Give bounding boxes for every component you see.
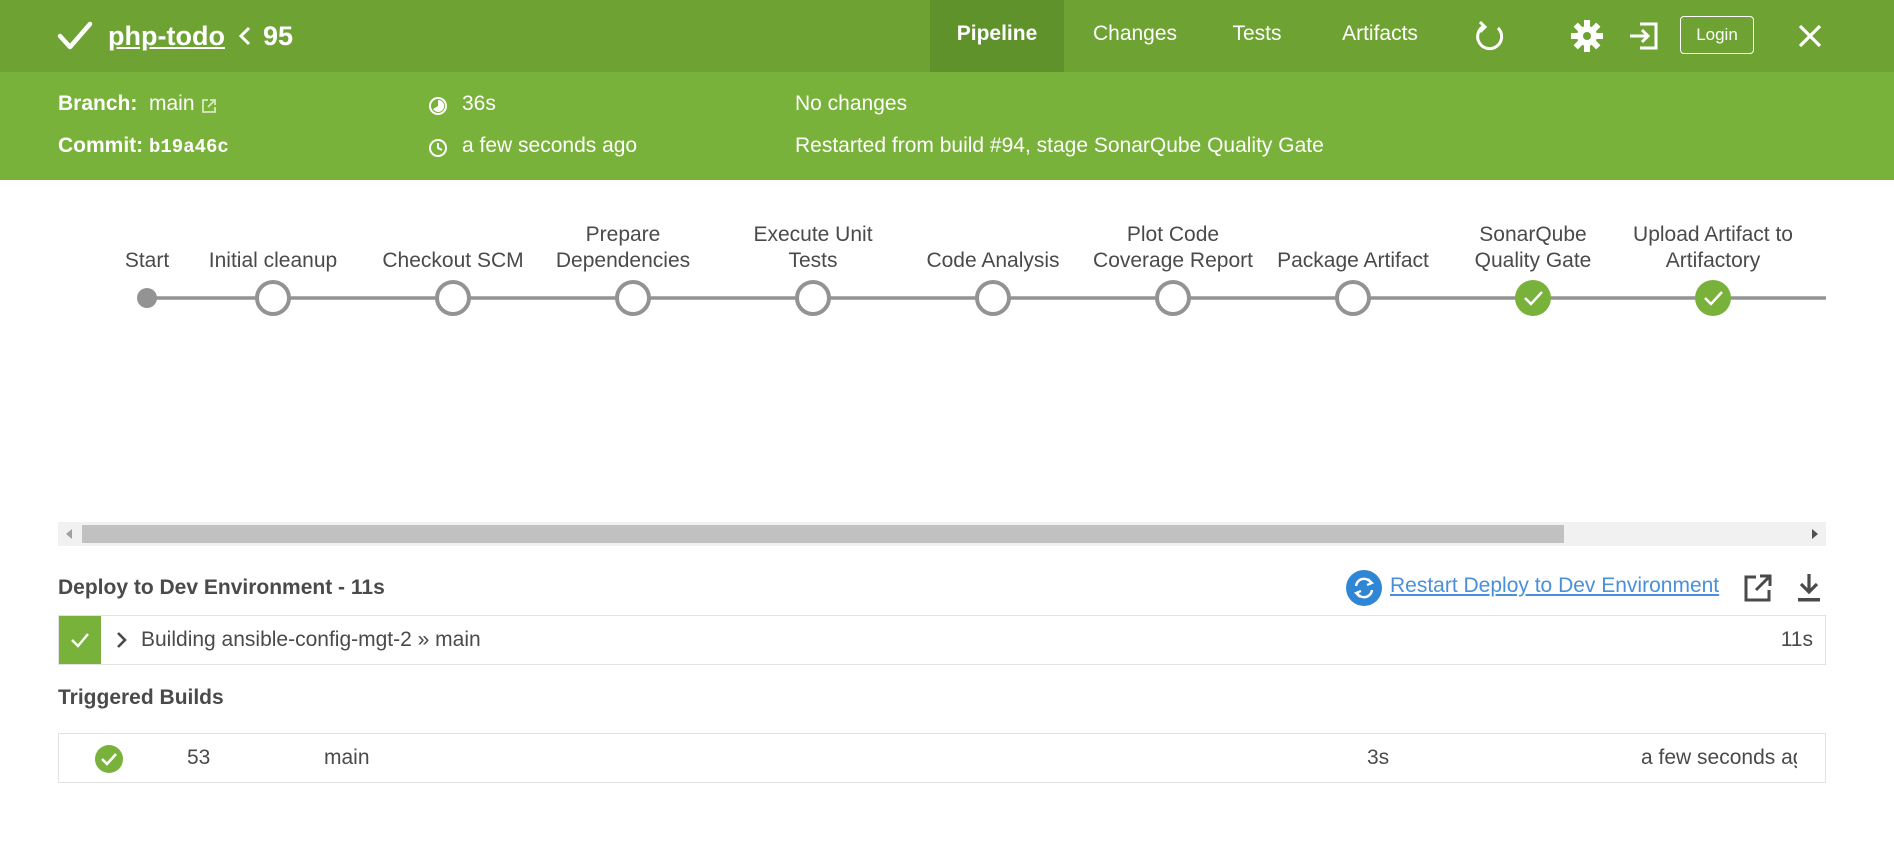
step-description: Building ansible-config-mgt-2 » main <box>141 628 481 651</box>
chevron-left-icon[interactable] <box>237 25 253 47</box>
stage-label-package-artifact[interactable]: Package Artifact <box>1263 248 1443 274</box>
scroll-left-arrow[interactable] <box>66 529 72 539</box>
build-title: php-todo 95 <box>56 16 293 56</box>
build-time-ago: a few seconds ago <box>462 134 638 157</box>
login-button[interactable]: Login <box>1680 16 1754 54</box>
step-duration: 11s <box>1780 628 1813 651</box>
stage-label-execute-unit-tests[interactable]: Execute Unit Tests <box>733 222 893 274</box>
pipeline-graph: Start Initial cleanup Checkout SCM Prepa… <box>0 180 1894 520</box>
external-link-icon[interactable] <box>200 97 218 115</box>
stage-label-checkout-scm[interactable]: Checkout SCM <box>363 248 543 274</box>
scrollbar-thumb[interactable] <box>82 525 1564 543</box>
scroll-right-arrow[interactable] <box>1812 529 1818 539</box>
build-cause: Restarted from build #94, stage SonarQub… <box>795 134 1324 157</box>
stage-label-upload-artifact[interactable]: Upload Artifact to Artifactory <box>1623 222 1803 274</box>
commit-hash: b19a46c <box>149 136 229 158</box>
settings-gear-icon[interactable] <box>1569 18 1605 54</box>
stage-detail-title: Deploy to Dev Environment - 11s <box>58 576 385 599</box>
triggered-build-row[interactable]: 53 main 3s a few seconds ag <box>58 733 1826 783</box>
branch-label: Branch: <box>58 92 138 115</box>
duration-icon <box>429 97 447 115</box>
clock-icon <box>429 139 447 157</box>
restart-stage-link[interactable]: Restart Deploy to Dev Environment <box>1390 574 1719 598</box>
download-icon[interactable] <box>1794 572 1824 604</box>
stage-node-execute-unit-tests[interactable] <box>795 280 831 316</box>
stage-node-checkout-scm[interactable] <box>435 280 471 316</box>
stage-label-code-analysis[interactable]: Code Analysis <box>903 248 1083 274</box>
build-duration: 36s <box>462 92 496 115</box>
changes-text: No changes <box>795 92 908 115</box>
top-bar: php-todo 95 Pipeline Changes Tests Artif… <box>0 0 1894 72</box>
triggered-build-duration: 3s <box>1367 746 1390 769</box>
branch-value: main <box>149 92 195 115</box>
build-success-icon <box>95 745 123 773</box>
stage-node-package-artifact[interactable] <box>1335 280 1371 316</box>
restart-icon[interactable] <box>1346 570 1382 606</box>
rerun-icon[interactable] <box>1472 18 1508 54</box>
stage-node-upload-artifact-success[interactable] <box>1695 280 1731 316</box>
triggered-build-branch: main <box>324 746 370 769</box>
success-check-icon <box>57 21 93 50</box>
commit-label: Commit: <box>58 134 144 157</box>
build-number: 95 <box>262 20 293 51</box>
stage-node-sonarqube-success[interactable] <box>1515 280 1551 316</box>
close-icon[interactable] <box>1792 18 1828 54</box>
stage-node-initial-cleanup[interactable] <box>255 280 291 316</box>
chevron-right-icon[interactable] <box>115 631 127 649</box>
tab-pipeline[interactable]: Pipeline <box>930 0 1064 72</box>
step-status-success <box>59 616 101 664</box>
stage-node-plot-coverage[interactable] <box>1155 280 1191 316</box>
step-row[interactable]: Building ansible-config-mgt-2 » main 11s <box>58 615 1826 665</box>
tab-changes[interactable]: Changes <box>1080 0 1190 72</box>
graph-horizontal-scrollbar[interactable] <box>58 522 1826 546</box>
tab-artifacts[interactable]: Artifacts <box>1330 0 1430 72</box>
build-info-bar: Branch: main Commit: b19a46c 36s a few s… <box>0 72 1894 180</box>
stage-label-initial-cleanup[interactable]: Initial cleanup <box>183 248 363 274</box>
stage-label-plot-coverage[interactable]: Plot Code Coverage Report <box>1083 222 1263 274</box>
tab-tests[interactable]: Tests <box>1220 0 1294 72</box>
stage-label-prepare-dependencies[interactable]: Prepare Dependencies <box>543 222 703 274</box>
exit-icon[interactable] <box>1626 18 1662 54</box>
triggered-build-number[interactable]: 53 <box>187 746 210 770</box>
open-in-new-icon[interactable] <box>1742 572 1774 604</box>
triggered-builds-title: Triggered Builds <box>58 686 224 709</box>
pipeline-name-link[interactable]: php-todo <box>108 21 225 52</box>
check-icon <box>71 633 89 648</box>
triggered-build-time: a few seconds ag <box>1641 746 1797 769</box>
stage-node-start[interactable] <box>137 288 157 308</box>
stage-node-prepare-dependencies[interactable] <box>615 280 651 316</box>
stage-label-sonarqube[interactable]: SonarQube Quality Gate <box>1453 222 1613 274</box>
stage-node-code-analysis[interactable] <box>975 280 1011 316</box>
